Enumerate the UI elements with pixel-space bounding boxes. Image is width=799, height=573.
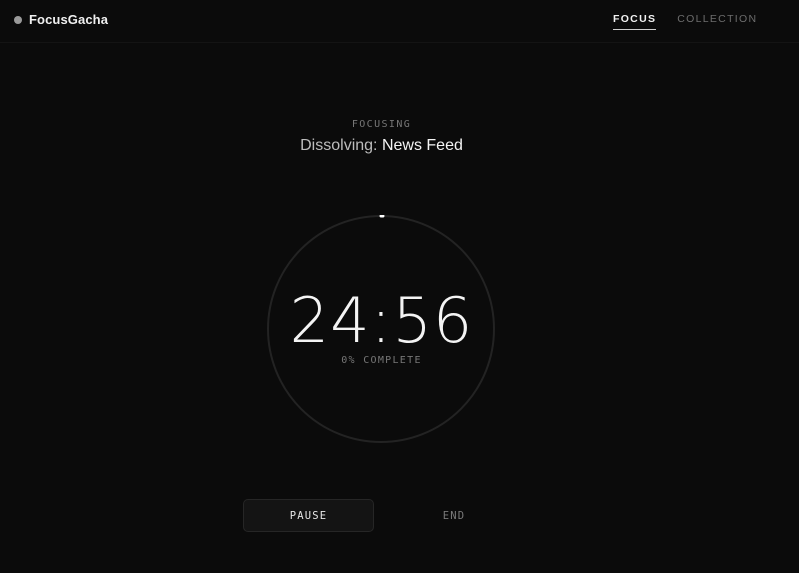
- time-remaining: 24:56: [289, 284, 474, 357]
- pause-button[interactable]: PAUSE: [243, 499, 374, 532]
- tab-collection[interactable]: COLLECTION: [677, 13, 757, 30]
- tab-focus[interactable]: FOCUS: [613, 13, 657, 30]
- brand[interactable]: FocusGacha: [14, 12, 108, 27]
- app-name: FocusGacha: [29, 12, 109, 27]
- end-button[interactable]: END: [420, 499, 488, 532]
- dissolving-prefix: Dissolving:: [300, 137, 378, 154]
- progress-label: 0% COMPLETE: [341, 355, 422, 366]
- top-bar: FocusGacha FOCUS COLLECTION: [0, 0, 799, 43]
- brand-dot-icon: [14, 15, 22, 24]
- dissolving-target: News Feed: [381, 137, 463, 154]
- main-nav: FOCUS COLLECTION: [613, 13, 757, 30]
- dissolving-line: Dissolving: News Feed: [0, 137, 763, 155]
- session-status: FOCUSING: [351, 119, 412, 130]
- focus-app: FocusGacha FOCUS COLLECTION FOCUSING Dis…: [0, 0, 799, 573]
